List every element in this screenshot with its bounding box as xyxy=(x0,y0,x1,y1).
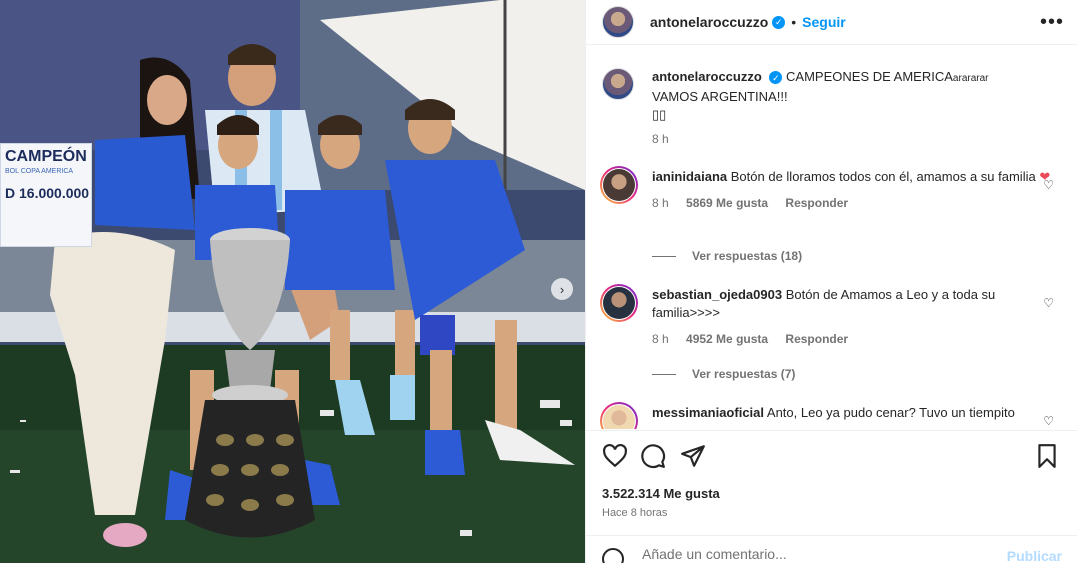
caption-text-line1: CAMPEONES DE AMERICA xyxy=(786,69,953,84)
emoji-icon[interactable] xyxy=(602,548,624,563)
comment-avatar[interactable] xyxy=(600,284,638,322)
replies-line xyxy=(652,374,676,376)
caption-text-suffix: arararar xyxy=(952,73,989,84)
follow-button[interactable]: Seguir xyxy=(802,14,846,30)
caption-time: 8 h xyxy=(652,132,669,146)
comment-like-heart-icon[interactable]: ♡ xyxy=(1043,178,1054,192)
comment-icon[interactable] xyxy=(640,443,666,469)
comment-author[interactable]: messimaniaoficial xyxy=(652,405,764,420)
view-replies-button[interactable]: Ver respuestas (18) xyxy=(652,249,802,263)
comment-text: Botón de lloramos todos con él, amamos a… xyxy=(730,169,1036,184)
banner-amount: D 16.000.000 xyxy=(5,185,90,201)
reply-button[interactable]: Responder xyxy=(785,196,848,210)
caption-body: antonelaroccuzzo ✓ CAMPEONES DE AMERICAa… xyxy=(652,68,1052,148)
comment-likes[interactable]: 5869 Me gusta xyxy=(686,196,768,210)
view-replies-label: Ver respuestas (7) xyxy=(692,367,796,381)
comment-like-heart-icon[interactable]: ♡ xyxy=(1043,414,1054,428)
more-options-icon[interactable]: ••• xyxy=(1040,11,1064,34)
caption-emoji: ▯▯ xyxy=(652,107,667,122)
comment-avatar[interactable] xyxy=(600,402,638,429)
post-side-panel: antonelaroccuzzo ✓ • Seguir ••• antonela… xyxy=(585,0,1077,563)
separator-dot: • xyxy=(791,14,797,30)
replies-line xyxy=(652,256,676,258)
author-avatar[interactable] xyxy=(602,6,634,38)
carousel-next-button[interactable]: › xyxy=(551,278,573,300)
chevron-right-icon: › xyxy=(559,281,565,297)
comment-time: 8 h xyxy=(652,196,669,210)
post-time-ago: Hace 8 horas xyxy=(602,507,668,519)
add-comment-input[interactable] xyxy=(642,546,982,562)
comments-list[interactable]: antonelaroccuzzo ✓ CAMPEONES DE AMERICAa… xyxy=(586,46,1077,429)
post-header: antonelaroccuzzo ✓ • Seguir ••• xyxy=(586,0,1077,45)
bookmark-icon[interactable] xyxy=(1034,443,1060,469)
comment-time: 8 h xyxy=(652,332,669,346)
comment-body: ianinidaiana Botón de lloramos todos con… xyxy=(652,168,1052,212)
banner-subtitle: BOL COPA AMERICA xyxy=(5,168,74,175)
action-row xyxy=(602,443,1062,471)
caption-avatar[interactable] xyxy=(602,68,634,100)
add-comment-bar: Publicar xyxy=(586,535,1077,563)
share-icon[interactable] xyxy=(680,443,706,469)
post-photo: CAMPEÓN BOL COPA AMERICA D 16.000.000 › xyxy=(0,0,585,563)
reply-button[interactable]: Responder xyxy=(785,332,848,346)
comment-body: messimaniaoficial Anto, Leo ya pudo cena… xyxy=(652,404,1052,422)
banner-title: CAMPEÓN xyxy=(5,148,87,165)
publish-comment-button[interactable]: Publicar xyxy=(1007,548,1062,563)
comment-likes[interactable]: 4952 Me gusta xyxy=(686,332,768,346)
photo-illustration xyxy=(0,0,585,563)
view-replies-label: Ver respuestas (18) xyxy=(692,249,803,263)
likes-count[interactable]: 3.522.314 Me gusta xyxy=(602,486,720,501)
heart-icon[interactable] xyxy=(602,443,628,469)
caption-author[interactable]: antonelaroccuzzo xyxy=(652,69,762,84)
comment-author[interactable]: ianinidaiana xyxy=(652,169,727,184)
view-replies-button[interactable]: Ver respuestas (7) xyxy=(652,367,795,381)
caption-text-line2: VAMOS ARGENTINA!!! xyxy=(652,89,788,104)
comment-avatar[interactable] xyxy=(600,166,638,204)
campeon-banner: CAMPEÓN BOL COPA AMERICA D 16.000.000 xyxy=(0,143,92,247)
verified-badge-icon: ✓ xyxy=(772,15,786,29)
comment-like-heart-icon[interactable]: ♡ xyxy=(1043,296,1054,310)
verified-badge-icon: ✓ xyxy=(769,71,783,85)
comment-text: Anto, Leo ya pudo cenar? Tuvo un tiempit… xyxy=(766,405,1015,420)
comment-body: sebastian_ojeda0903 Botón de Amamos a Le… xyxy=(652,286,1052,348)
comment-author[interactable]: sebastian_ojeda0903 xyxy=(652,287,782,302)
post-actions: 3.522.314 Me gusta Hace 8 horas xyxy=(586,430,1077,550)
author-handle[interactable]: antonelaroccuzzo xyxy=(650,14,768,30)
